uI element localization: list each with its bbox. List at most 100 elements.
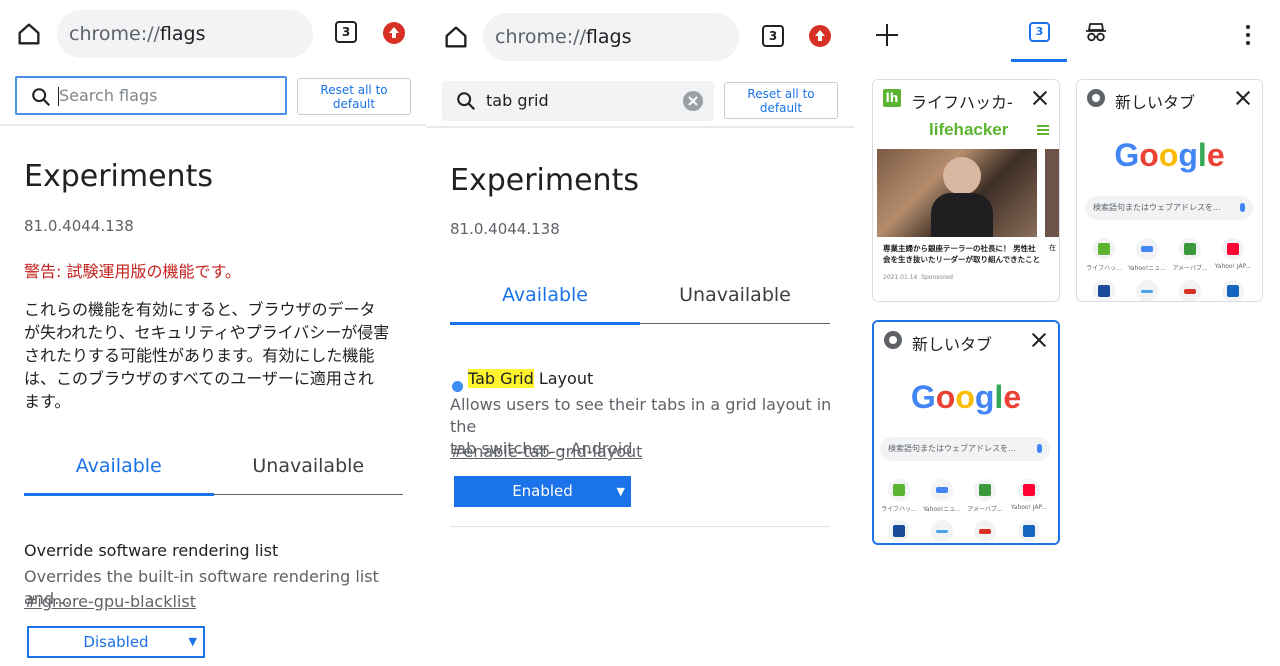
tab-thumbnail: Google 検索語句またはウェブアドレスを... ライフハッ... Yahoo…	[874, 359, 1058, 543]
select-value: Disabled	[83, 633, 149, 651]
shortcut-tile: アメーバブ...	[964, 479, 1006, 513]
shortcut-tile	[1169, 280, 1211, 301]
lifehacker-favicon-icon: lh	[883, 89, 901, 107]
tab-card-title: ライフハッカ-	[911, 93, 1013, 112]
flag-title-rest: Layout	[533, 369, 594, 388]
page-title: Experiments	[450, 163, 639, 198]
reset-label-line2: default	[759, 101, 803, 115]
flags-page-panel-1: chrome://flags 3 Search flags Reset all …	[0, 0, 426, 666]
version-text: 81.0.4044.138	[24, 217, 134, 235]
search-value: tab grid	[486, 91, 549, 110]
search-icon	[457, 92, 476, 111]
shortcut-tile	[1083, 280, 1125, 301]
toolbar: chrome://flags 3	[0, 0, 426, 68]
tab-unavailable[interactable]: Unavailable	[640, 284, 830, 306]
tab-card-header: lh ライフハッカ-	[873, 80, 1059, 117]
shortcut-tile	[964, 520, 1006, 542]
article-sponsored: Sponsored	[921, 274, 953, 281]
flag-state-select[interactable]: Disabled ▼	[27, 626, 205, 658]
tab-switcher-button[interactable]: 3	[335, 21, 357, 43]
shortcut-tile	[921, 520, 963, 542]
incognito-icon[interactable]	[1084, 20, 1108, 44]
shortcut-tile: ライフハッ...	[1083, 238, 1125, 272]
shortcut-tile	[1008, 520, 1050, 542]
google-search-box: 検索語句またはウェブアドレスを...	[880, 437, 1050, 461]
shortcut-tile: ライフハッ...	[878, 479, 920, 513]
shortcut-tile: Yahoo!ニュ...	[1126, 238, 1168, 272]
mic-icon	[1240, 203, 1245, 212]
search-flags-input[interactable]: Search flags	[15, 76, 287, 115]
tab-card-title: 新しいタブ	[1115, 93, 1196, 112]
reset-all-button[interactable]: Reset all to default	[724, 82, 838, 119]
flag-anchor-link[interactable]: #enable-tab-grid-layout	[450, 442, 642, 461]
flags-tabs: Available Unavailable	[450, 284, 830, 325]
omnibox[interactable]: chrome://flags	[483, 13, 739, 61]
select-value: Enabled	[512, 482, 573, 500]
tab-card-new-tab[interactable]: 新しいタブ Google 検索語句またはウェブアドレスを... ライフハッ...…	[1076, 79, 1263, 302]
tab-switcher-button[interactable]: 3	[762, 25, 784, 47]
close-tab-icon[interactable]	[1031, 89, 1049, 107]
omnibox-host: flags	[585, 26, 632, 48]
tab-card-title: 新しいタブ	[912, 335, 993, 354]
search-placeholder: Search flags	[59, 86, 158, 105]
search-flags-input[interactable]: tab grid	[442, 81, 714, 121]
version-text: 81.0.4044.138	[450, 220, 560, 238]
description-line: ます。	[24, 392, 71, 411]
normal-tabs-toggle[interactable]: 3	[1029, 22, 1050, 42]
description-line: Allows users to see their tabs in a grid…	[450, 395, 832, 436]
omnibox-scheme: chrome://	[495, 26, 586, 48]
active-tab-indicator	[24, 493, 214, 496]
search-box-placeholder: 検索語句またはウェブアドレスを...	[888, 444, 1016, 453]
flag-title: Tab Grid Layout	[468, 369, 593, 388]
tile-label: Yahoo! JAP...	[1010, 504, 1048, 511]
hamburger-menu-icon	[1037, 125, 1049, 135]
search-box-placeholder: 検索語句またはウェブアドレスを...	[1093, 203, 1221, 212]
lifehacker-logo: lifehacker	[929, 120, 1009, 139]
tile-label: アメーバブ...	[967, 506, 1003, 513]
shortcut-tile	[1212, 280, 1254, 301]
description-line: これらの機能を有効にすると、ブラウザのデータ	[24, 300, 376, 319]
tab-card-new-tab-selected[interactable]: 新しいタブ Google 検索語句またはウェブアドレスを... ライフハッ...…	[872, 320, 1060, 545]
google-search-box: 検索語句またはウェブアドレスを...	[1085, 196, 1253, 220]
home-icon[interactable]	[442, 23, 470, 51]
flag-state-select[interactable]: Enabled ▼	[454, 476, 631, 507]
description-line: は、このブラウザのすべてのユーザーに適用され	[24, 369, 374, 388]
tab-switcher-toolbar: 3	[854, 0, 1280, 66]
home-icon[interactable]	[15, 20, 43, 48]
mic-icon	[1037, 444, 1042, 453]
shortcut-tile: Yahoo! JAP...	[1008, 479, 1050, 511]
warning-text: 警告: 試験運用版の機能です。	[24, 262, 241, 281]
flag-changed-indicator	[452, 381, 463, 392]
shortcut-tile: Yahoo!ニュ...	[921, 479, 963, 513]
shortcut-tile	[878, 520, 920, 542]
flags-search-bar: tab grid Reset all to default	[426, 70, 854, 128]
tab-unavailable[interactable]: Unavailable	[214, 455, 404, 477]
tab-card-header: 新しいタブ	[1077, 80, 1262, 117]
more-menu-icon[interactable]	[1246, 25, 1250, 45]
tile-label: ライフハッ...	[1086, 265, 1122, 272]
tab-available[interactable]: Available	[450, 284, 640, 306]
dropdown-arrow-icon: ▼	[616, 485, 625, 498]
divider	[450, 526, 830, 527]
chrome-favicon-icon	[884, 331, 902, 349]
tab-card-lifehacker[interactable]: lh ライフハッカ- lifehacker 専業主婦から銀座テーラーの社長に！ …	[872, 79, 1060, 302]
flag-title: Override software rendering list	[24, 541, 279, 560]
close-tab-icon[interactable]	[1234, 89, 1252, 107]
tile-label: ライフハッ...	[881, 506, 917, 513]
omnibox[interactable]: chrome://flags	[57, 10, 313, 58]
update-icon[interactable]	[809, 25, 831, 47]
warning-description: これらの機能を有効にすると、ブラウザのデータ が失われたり、セキュリティやプライ…	[24, 298, 414, 413]
update-icon[interactable]	[383, 22, 405, 44]
reset-all-button[interactable]: Reset all to default	[297, 78, 411, 115]
flag-anchor-link[interactable]: #ignore-gpu-blacklist	[24, 592, 196, 611]
new-tab-plus-icon[interactable]	[876, 24, 898, 46]
flags-search-bar: Search flags Reset all to default	[0, 68, 426, 126]
close-tab-icon[interactable]	[1030, 331, 1048, 349]
tab-available[interactable]: Available	[24, 455, 214, 477]
description-line: されたりする可能性があります。有効にした機能	[24, 346, 375, 365]
person-head	[943, 157, 981, 195]
shortcut-tile: Yahoo! JAP...	[1212, 238, 1254, 270]
person-body	[931, 193, 993, 237]
page-title: Experiments	[24, 159, 213, 194]
clear-icon[interactable]	[683, 91, 703, 111]
